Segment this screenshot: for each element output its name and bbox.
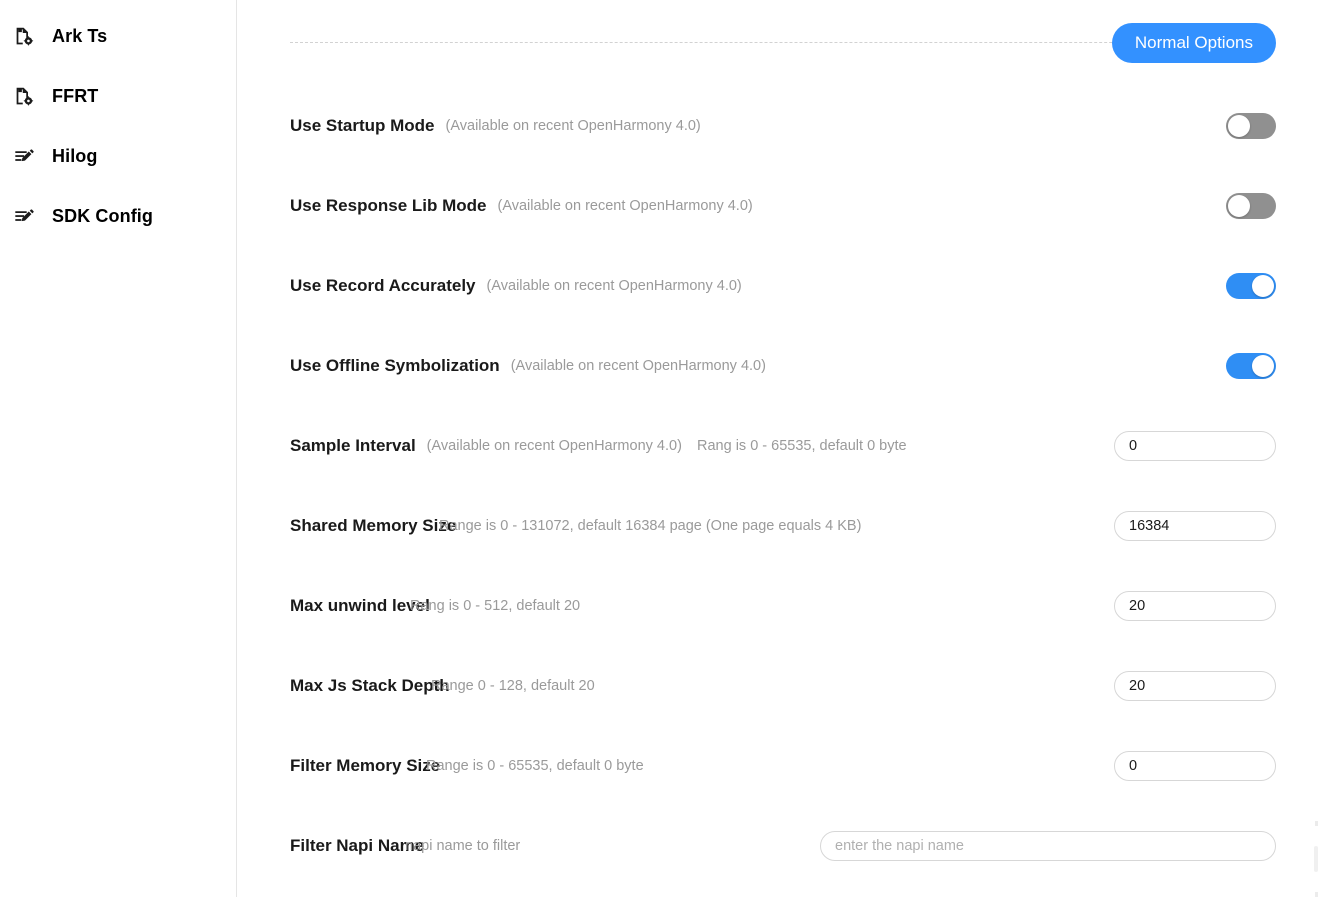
setting-title: Use Offline Symbolization (290, 356, 500, 376)
edit-lines-icon (13, 145, 35, 167)
setting-title: Use Record Accurately (290, 276, 476, 296)
setting-row-filter-napi-name: Filter Napi Name napi name to filter (237, 806, 1322, 886)
settings-panel: Normal Options Use Startup Mode (Availab… (237, 0, 1322, 897)
toggle-use-record-accurately[interactable] (1226, 273, 1276, 299)
toggle-use-startup-mode[interactable] (1226, 113, 1276, 139)
scrollbar-thumb[interactable] (1314, 846, 1318, 872)
toggle-knob (1228, 195, 1250, 217)
scrollbar-tick (1315, 821, 1318, 826)
setting-note: (Available on recent OpenHarmony 4.0) (487, 278, 742, 294)
setting-title: Filter Memory Size (290, 756, 440, 776)
setting-row-use-record-accurately: Use Record Accurately (Available on rece… (237, 246, 1322, 326)
setting-title: Use Startup Mode (290, 116, 435, 136)
setting-note: (Available on recent OpenHarmony 4.0) (511, 358, 766, 374)
toggle-knob (1228, 115, 1250, 137)
setting-note: (Available on recent OpenHarmony 4.0) (427, 438, 682, 454)
max-unwind-level-input[interactable] (1114, 591, 1276, 621)
setting-note: (Available on recent OpenHarmony 4.0) (497, 198, 752, 214)
sidebar-item-sdk-config[interactable]: SDK Config (0, 186, 236, 246)
max-js-stack-depth-input[interactable] (1114, 671, 1276, 701)
setting-title: Use Response Lib Mode (290, 196, 486, 216)
panel-header: Normal Options (237, 0, 1322, 86)
toggle-knob (1252, 275, 1274, 297)
shared-memory-size-input[interactable] (1114, 511, 1276, 541)
setting-row-use-startup-mode: Use Startup Mode (Available on recent Op… (237, 86, 1322, 166)
app-root: Ark Ts FFRT (0, 0, 1322, 897)
sidebar: Ark Ts FFRT (0, 0, 237, 897)
sidebar-item-label: SDK Config (52, 206, 153, 227)
setting-title: Sample Interval (290, 436, 416, 456)
document-gear-icon (13, 85, 35, 107)
setting-hint: napi name to filter (405, 838, 520, 854)
toggle-use-offline-symbolization[interactable] (1226, 353, 1276, 379)
edit-lines-icon (13, 205, 35, 227)
setting-hint: Range is 0 - 131072, default 16384 page … (439, 518, 861, 534)
setting-note: (Available on recent OpenHarmony 4.0) (446, 118, 701, 134)
sidebar-item-ffrt[interactable]: FFRT (0, 66, 236, 126)
sidebar-item-hilog[interactable]: Hilog (0, 126, 236, 186)
setting-hint: Range 0 - 128, default 20 (431, 678, 595, 694)
document-gear-icon (13, 25, 35, 47)
toggle-use-response-lib-mode[interactable] (1226, 193, 1276, 219)
scrollbar-tick (1315, 892, 1318, 897)
filter-memory-size-input[interactable] (1114, 751, 1276, 781)
setting-title: Max Js Stack Depth (290, 676, 450, 696)
setting-title: Max unwind level (290, 596, 430, 616)
setting-row-sample-interval: Sample Interval (Available on recent Ope… (237, 406, 1322, 486)
setting-row-max-unwind-level: Max unwind level Rang is 0 - 512, defaul… (237, 566, 1322, 646)
filter-napi-name-input[interactable] (820, 831, 1276, 861)
sample-interval-input[interactable] (1114, 431, 1276, 461)
setting-row-max-js-stack-depth: Max Js Stack Depth Range 0 - 128, defaul… (237, 646, 1322, 726)
setting-hint: Rang is 0 - 512, default 20 (410, 598, 580, 614)
setting-row-filter-memory-size: Filter Memory Size Range is 0 - 65535, d… (237, 726, 1322, 806)
scrollbar[interactable] (1312, 821, 1320, 897)
setting-hint: Rang is 0 - 65535, default 0 byte (697, 438, 907, 454)
setting-row-use-response-lib-mode: Use Response Lib Mode (Available on rece… (237, 166, 1322, 246)
setting-row-use-offline-symbolization: Use Offline Symbolization (Available on … (237, 326, 1322, 406)
sidebar-item-label: Hilog (52, 146, 98, 167)
setting-hint: Range is 0 - 65535, default 0 byte (426, 758, 644, 774)
setting-title: Shared Memory Size (290, 516, 456, 536)
sidebar-item-label: FFRT (52, 86, 98, 107)
normal-options-button[interactable]: Normal Options (1112, 23, 1276, 63)
sidebar-item-label: Ark Ts (52, 26, 107, 47)
toggle-knob (1252, 355, 1274, 377)
sidebar-item-ark-ts[interactable]: Ark Ts (0, 6, 236, 66)
setting-row-shared-memory-size: Shared Memory Size Range is 0 - 131072, … (237, 486, 1322, 566)
